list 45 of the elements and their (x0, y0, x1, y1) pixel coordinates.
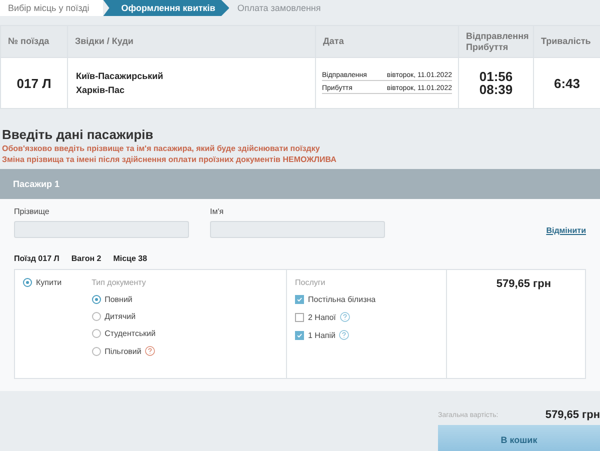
section-heading: Введіть дані пасажирів (2, 127, 154, 142)
help-icon[interactable] (340, 312, 350, 322)
checkbox[interactable] (295, 330, 304, 340)
input-field[interactable] (14, 221, 189, 238)
help-icon[interactable] (339, 330, 350, 340)
input-field[interactable] (210, 221, 385, 238)
departure-time: 01:56 (479, 70, 513, 83)
group-label: Послуги (295, 278, 326, 287)
step-tab[interactable]: Оформлення квитків (103, 0, 230, 16)
seat-info: Поїзд 017 Л (14, 254, 60, 263)
arrival-station: Харків-Пас (76, 85, 126, 95)
checkbox[interactable] (295, 312, 304, 322)
radio-button[interactable] (92, 329, 101, 338)
radio-button[interactable] (92, 312, 101, 321)
option-label: 1 Напій (308, 330, 336, 340)
seat-info: Місце 38 (113, 254, 148, 263)
radio-button[interactable] (92, 295, 101, 304)
option-label: Студентський (104, 329, 156, 338)
group-label: Тип документу (92, 278, 147, 287)
train-number: 017 Л (16, 76, 52, 90)
arrival-time: 08:39 (479, 83, 513, 96)
help-icon[interactable] (145, 346, 156, 356)
radio-button[interactable] (92, 346, 101, 356)
radio-button[interactable] (23, 278, 32, 287)
trip-duration: 6:43 (554, 76, 580, 90)
option-label: Постільна білизна (308, 295, 376, 304)
checkbox[interactable] (295, 295, 304, 304)
option-label: Повний (104, 295, 132, 304)
option-label: Дитячий (104, 312, 136, 321)
warning-text: Обов'язково введіть прізвище та ім'я пасажира, який буде здійснювати поїздку (2, 144, 321, 153)
ticket-price: 579,65 грн (495, 278, 552, 290)
option-label: Пільговий (104, 346, 142, 356)
cancel-link[interactable]: Відмінити (546, 226, 586, 238)
cart-button[interactable]: В кошик (438, 425, 600, 451)
step-tab[interactable]: Оплата замовлення (229, 0, 335, 16)
warning-text: Зміна прізвища та імені після здійснення оплати проїзних документів НЕМОЖЛИВА (2, 155, 338, 164)
total-price: 579,65 грн (545, 409, 600, 421)
option-label: 2 Напої (308, 312, 336, 322)
departure-station: Київ-Пасажирський (76, 71, 164, 81)
seat-info: Вагон 2 (71, 254, 102, 263)
field-label: Прізвище (14, 207, 50, 216)
field-label: Ім'я (210, 207, 225, 216)
option-label: Купити (36, 278, 62, 287)
step-tab[interactable]: Вибір місць у поїзді (0, 0, 104, 16)
panel-header: Пасажир 1 (0, 169, 600, 199)
